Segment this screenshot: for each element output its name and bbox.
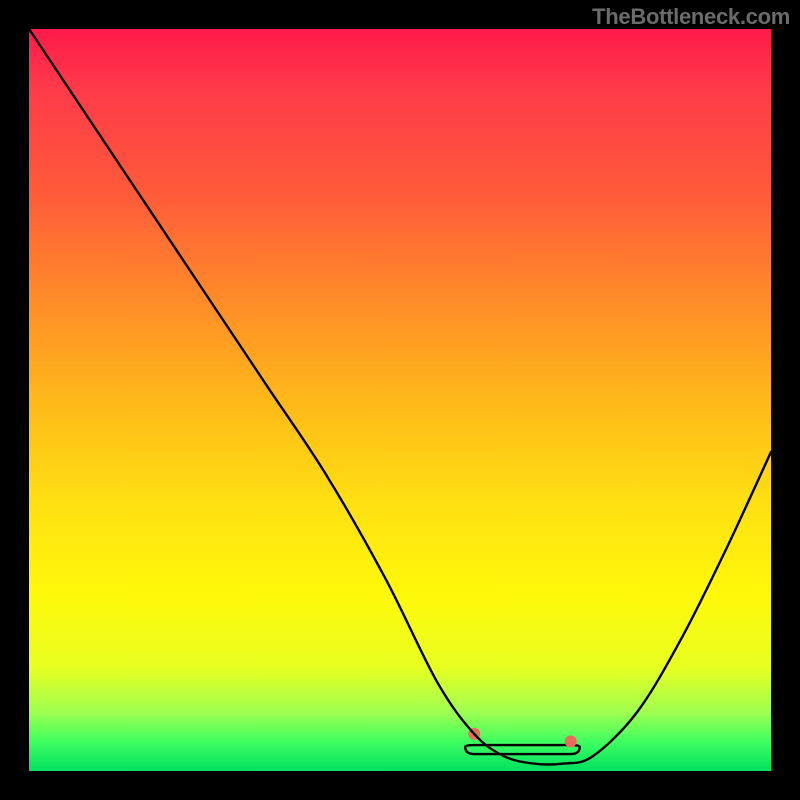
chart-container: TheBottleneck.com bbox=[0, 0, 800, 800]
curve-path bbox=[29, 29, 771, 765]
plot-area bbox=[29, 29, 771, 771]
bottleneck-curve bbox=[29, 29, 771, 771]
trough-dot-right bbox=[565, 735, 577, 747]
trough-highlight bbox=[465, 745, 579, 754]
watermark-text: TheBottleneck.com bbox=[592, 4, 790, 30]
